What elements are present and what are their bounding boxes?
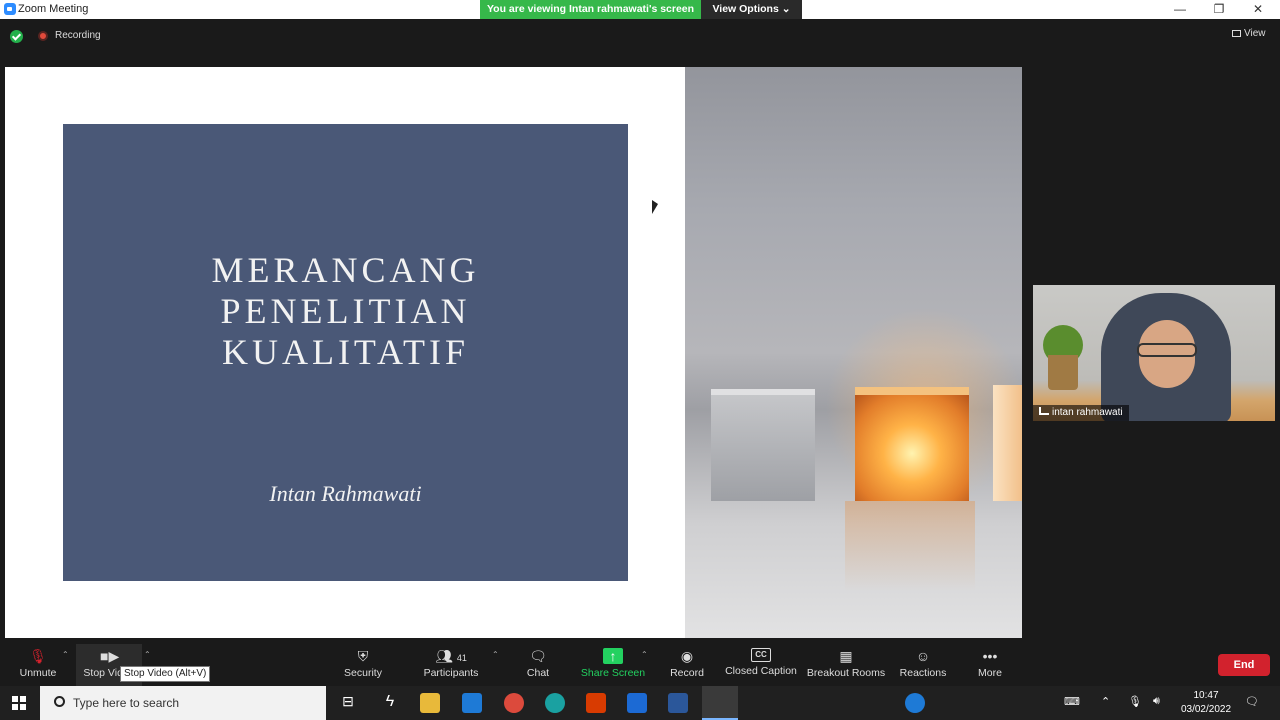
- office-icon[interactable]: [586, 693, 606, 713]
- photo-cube-grey: [711, 389, 815, 501]
- notifications-icon[interactable]: 🗨︎: [1245, 695, 1259, 708]
- breakout-rooms-button[interactable]: ▦ Breakout Rooms: [806, 644, 886, 686]
- encryption-shield-icon[interactable]: [10, 30, 23, 43]
- share-screen-button[interactable]: ↑ Share Screen: [580, 644, 646, 686]
- windows-start-icon[interactable]: [12, 696, 26, 710]
- breakout-grid-icon: ▦: [839, 648, 853, 664]
- view-options-button[interactable]: View Options ⌄: [701, 0, 802, 19]
- breakout-rooms-label: Breakout Rooms: [806, 667, 886, 679]
- share-arrow-icon: ↑: [603, 648, 623, 664]
- audio-options-chevron-icon[interactable]: ⌃: [62, 650, 69, 659]
- closed-caption-button[interactable]: CC Closed Caption: [724, 644, 798, 686]
- participant-video-tile[interactable]: [1033, 285, 1275, 421]
- slide-title-line: PENELITIAN: [220, 291, 471, 331]
- volume-icon[interactable]: 🔊︎: [1153, 695, 1160, 708]
- reactions-button[interactable]: ☺ Reactions: [898, 644, 948, 686]
- view-options-label: View Options: [712, 3, 779, 15]
- unmute-button[interactable]: 🎙︎ Unmute: [14, 644, 62, 686]
- mouse-cursor-icon: [652, 200, 658, 214]
- record-icon: ◉: [680, 648, 694, 664]
- view-label: View: [1244, 28, 1266, 39]
- shared-screen: MERANCANG PENELITIAN KUALITATIF Intan Ra…: [5, 67, 1022, 638]
- recording-indicator-icon: [38, 31, 48, 41]
- share-screen-label: Share Screen: [580, 667, 646, 679]
- window-titlebar: Zoom Meeting You are viewing Intan rahma…: [0, 0, 1280, 19]
- video-glasses: [1137, 343, 1197, 357]
- shield-icon: ⛨: [357, 648, 369, 664]
- end-meeting-button[interactable]: End: [1218, 654, 1270, 676]
- video-options-chevron-icon[interactable]: ⌃: [144, 650, 151, 659]
- cc-icon: CC: [751, 648, 771, 662]
- search-icon: [54, 696, 65, 707]
- signal-strength-icon: [1039, 407, 1049, 415]
- participants-button[interactable]: 👥︎ 41 Participants: [420, 644, 482, 686]
- chrome-icon[interactable]: [504, 693, 524, 713]
- video-pot: [1048, 355, 1078, 390]
- help-icon[interactable]: [905, 693, 925, 713]
- muted-mic-icon: 🎙︎: [29, 648, 47, 664]
- edge-icon[interactable]: [545, 693, 565, 713]
- chat-bubble-icon: 🗨︎: [529, 648, 547, 664]
- chat-label: Chat: [526, 667, 550, 679]
- slide-title: MERANCANG PENELITIAN KUALITATIF: [63, 250, 628, 373]
- more-button[interactable]: ••• More: [970, 644, 1010, 686]
- clock-date: 03/02/2022: [1180, 704, 1232, 715]
- participants-count: 41: [456, 653, 467, 663]
- view-grid-icon: [1232, 30, 1241, 37]
- stop-video-tooltip: Stop Video (Alt+V): [120, 666, 211, 682]
- slide-title-panel: MERANCANG PENELITIAN KUALITATIF Intan Ra…: [63, 124, 628, 581]
- more-label: More: [978, 667, 1002, 679]
- security-label: Security: [344, 667, 382, 679]
- photo-cube-glowing: [855, 387, 969, 501]
- participant-name: intan rahmawati: [1052, 407, 1123, 418]
- close-button[interactable]: ✕: [1238, 0, 1278, 19]
- restore-button[interactable]: ❐: [1199, 0, 1239, 19]
- slide-author: Intan Rahmawati: [269, 481, 422, 506]
- slide-title-line: MERANCANG: [211, 250, 480, 290]
- record-label: Record: [670, 667, 704, 679]
- taskbar-search-box[interactable]: Type here to search: [40, 686, 326, 720]
- minimize-button[interactable]: —: [1160, 0, 1200, 19]
- calendar-icon[interactable]: [627, 693, 647, 713]
- participants-icon: 👥︎ 41: [435, 648, 467, 664]
- participants-label: Participants: [423, 667, 479, 679]
- ellipsis-icon: •••: [982, 648, 998, 664]
- video-camera-icon: ■▶: [100, 648, 120, 664]
- tray-chevron-up-icon[interactable]: ⌃: [1101, 695, 1110, 708]
- slide-title-line: KUALITATIF: [221, 332, 470, 372]
- record-button[interactable]: ◉ Record: [664, 644, 710, 686]
- window-title: Zoom Meeting: [18, 3, 89, 15]
- microphone-icon[interactable]: 🎙︎: [1128, 695, 1142, 708]
- clock-time: 10:47: [1193, 690, 1219, 701]
- file-explorer-icon[interactable]: [420, 693, 440, 713]
- share-options-chevron-icon[interactable]: ⌃: [641, 650, 648, 659]
- photo-reflection: [845, 501, 975, 591]
- taskbar-clock[interactable]: 10:47 03/02/2022: [1178, 689, 1234, 717]
- zoom-app-icon: [4, 3, 16, 15]
- viewing-screen-banner: You are viewing Intan rahmawati's screen: [480, 0, 701, 19]
- zoom-taskbar-icon[interactable]: [702, 686, 738, 720]
- sway-icon[interactable]: ϟ: [380, 693, 400, 713]
- slide-photo-cubes: [685, 67, 1022, 638]
- unmute-label: Unmute: [19, 667, 57, 679]
- photo-cube-edge: [993, 385, 1022, 501]
- reactions-label: Reactions: [899, 667, 947, 679]
- chevron-down-icon: ⌄: [781, 3, 791, 15]
- chat-button[interactable]: 🗨︎ Chat: [518, 644, 558, 686]
- participants-options-chevron-icon[interactable]: ⌃: [492, 650, 499, 659]
- word-icon[interactable]: [668, 693, 688, 713]
- view-button[interactable]: View: [1232, 28, 1266, 39]
- mail-icon[interactable]: [462, 693, 482, 713]
- closed-caption-label: Closed Caption: [725, 665, 797, 677]
- participant-name-label: intan rahmawati: [1033, 405, 1129, 421]
- task-view-icon[interactable]: ⊟: [338, 693, 358, 713]
- meeting-top-bar: Recording View: [0, 19, 1280, 67]
- windows-taskbar: Type here to search ⊟ ϟ ⌨ ⌃ 🎙︎ 🔊︎ 10:47 …: [0, 686, 1280, 720]
- recording-label: Recording: [55, 30, 101, 41]
- taskbar-search-placeholder: Type here to search: [73, 696, 180, 710]
- smiley-icon: ☺: [915, 648, 931, 664]
- keyboard-icon[interactable]: ⌨: [1064, 695, 1080, 708]
- security-button[interactable]: ⛨ Security: [338, 644, 388, 686]
